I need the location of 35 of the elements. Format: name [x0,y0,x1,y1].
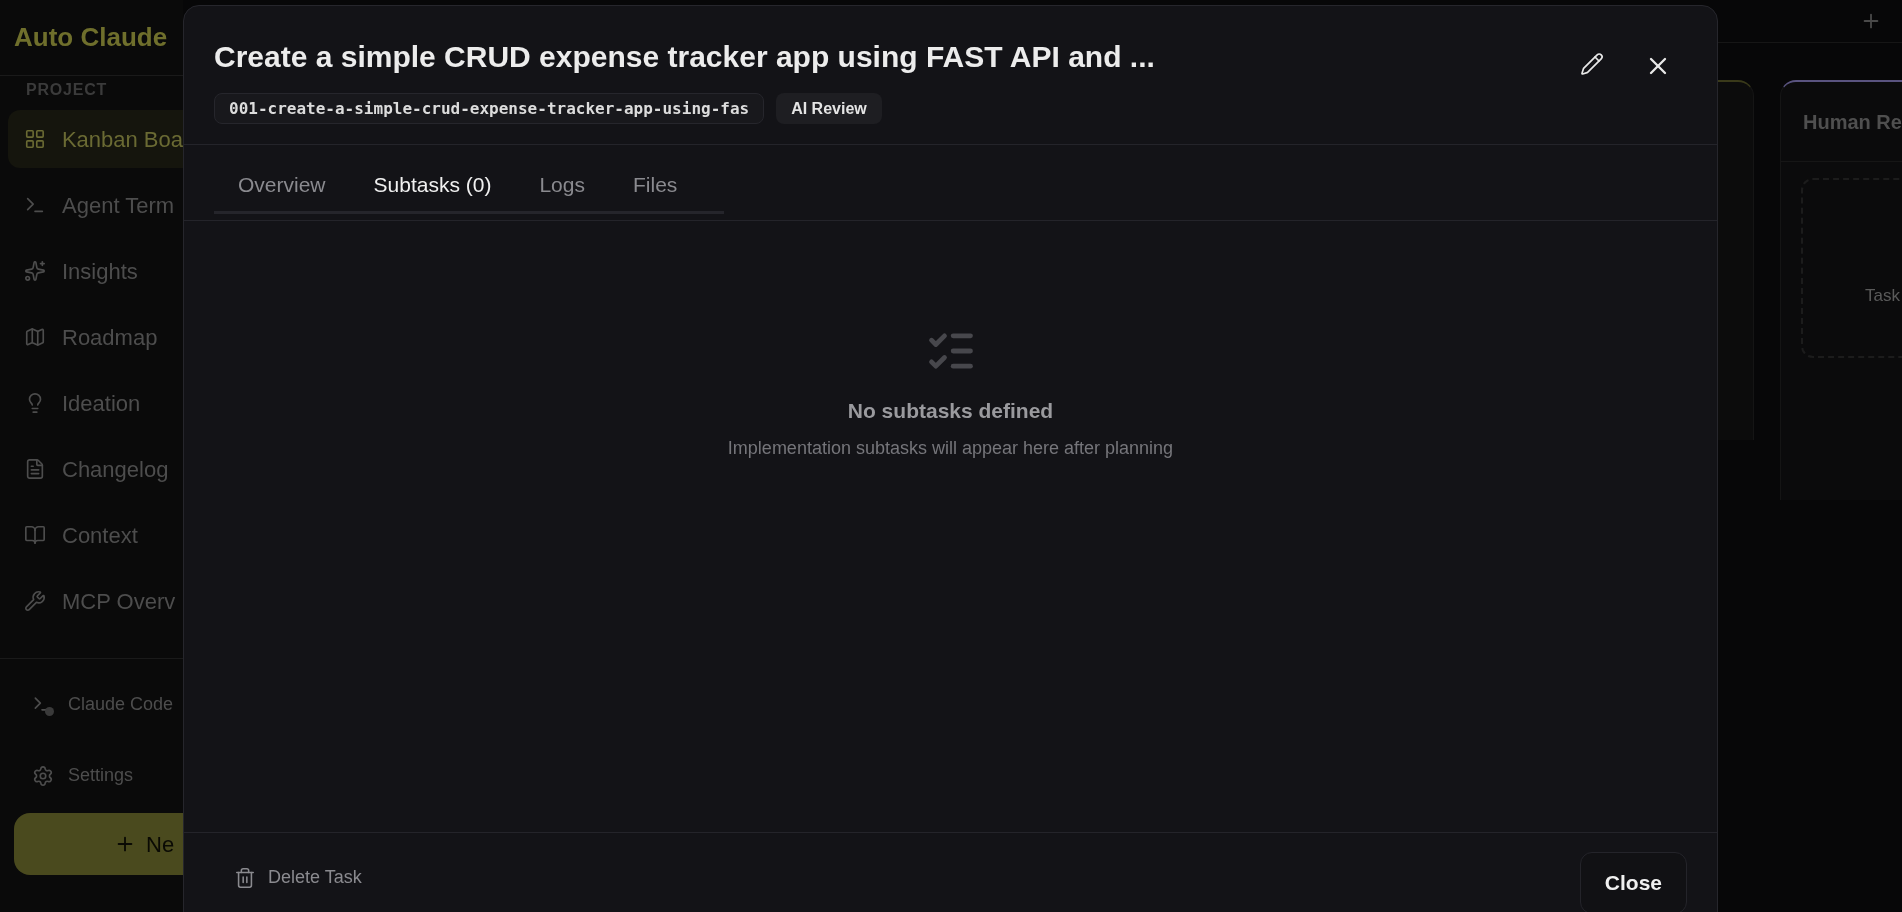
sidebar-item[interactable]: Ideation [8,374,183,432]
sidebar-item[interactable]: Context [8,506,183,564]
empty-description: Implementation subtasks will appear here after planning [727,436,1174,460]
grid-icon [24,128,46,150]
tab[interactable]: Subtasks (0) [349,158,516,211]
task-id-badge: 001-create-a-simple-crud-expense-tracker-app-using-fas [214,93,765,124]
wrench-icon [24,590,46,612]
trash-icon [234,866,256,889]
sidebar-item[interactable]: Agent Term [8,176,183,234]
status-badge: AI Review [776,93,882,124]
map-icon [24,326,46,348]
sidebar-item[interactable]: MCP Overv [8,572,183,630]
edit-button[interactable] [1580,52,1604,76]
dialog-title: Create a simple CRUD expense tracker app using FAST API and ... [214,39,1156,75]
sidebar-item[interactable]: Claude Code [32,691,183,718]
empty-title: No subtasks defined [847,398,1054,424]
tab[interactable]: Logs [515,158,609,211]
sidebar-item[interactable]: Roadmap [8,308,183,366]
pencil-icon [1580,52,1604,76]
book-icon [24,524,46,546]
sidebar-item[interactable]: Kanban Boa [8,110,183,168]
drop-zone: Task [1801,178,1902,358]
sidebar-item[interactable]: Settings [32,762,183,789]
close-dialog-button[interactable]: Close [1579,852,1687,912]
tab[interactable]: Files [608,158,702,211]
sidebar-item[interactable]: Changelog [8,440,183,498]
app-title: Auto Claude [14,21,168,54]
sparkles-icon [24,260,46,282]
new-task-button[interactable]: Ne [14,813,183,875]
settings-icon [32,764,54,787]
document-icon [24,458,46,480]
delete-task-button[interactable]: Delete Task [234,864,362,891]
column-title: Human Re [1803,109,1902,135]
tab[interactable]: Overview [214,158,350,211]
sidebar-item[interactable]: Insights [8,242,183,300]
